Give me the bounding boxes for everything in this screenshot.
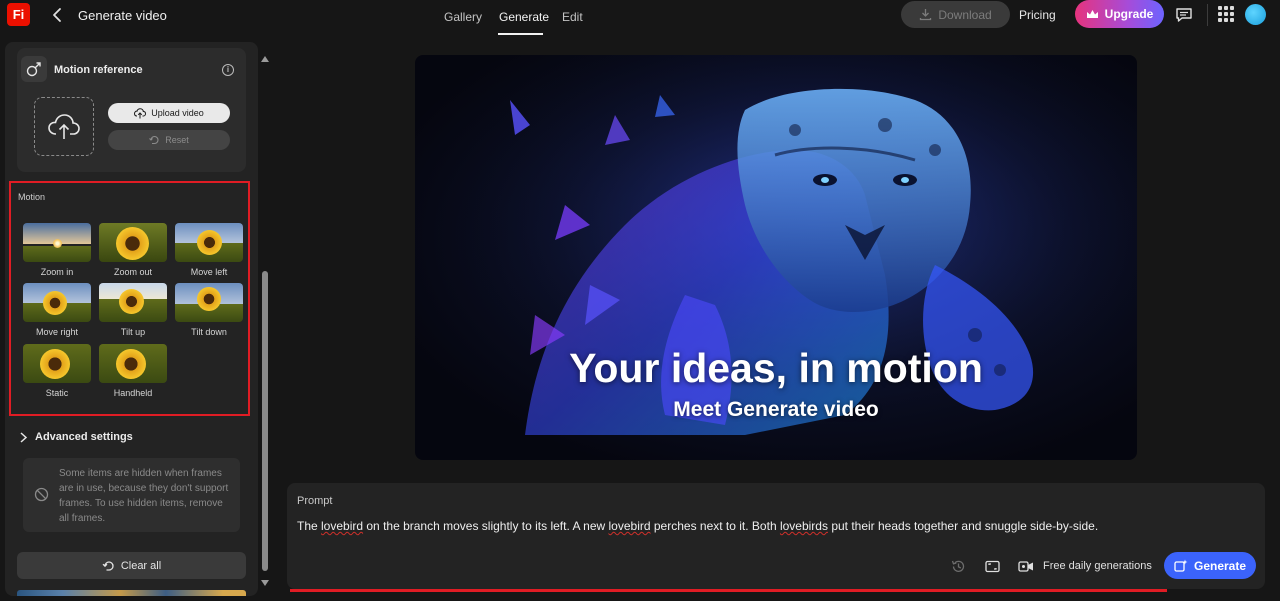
- header-divider: [1207, 4, 1208, 26]
- chevron-right-icon: [20, 431, 28, 443]
- reset-icon: [149, 135, 159, 145]
- tab-gallery[interactable]: Gallery: [444, 10, 482, 24]
- settings-panel: Motion reference i Upload video Reset Mo…: [5, 42, 258, 596]
- motion-option-static[interactable]: [23, 344, 91, 383]
- motion-label-handheld: Handheld: [113, 388, 153, 398]
- motion-section-label: Motion: [18, 192, 46, 202]
- motion-reference-icon: [21, 56, 47, 82]
- hero-title: Your ideas, in motion: [569, 345, 983, 391]
- prompt-input[interactable]: The lovebird on the branch moves slightl…: [297, 519, 1247, 533]
- prompt-text-misspelled: lovebird: [608, 519, 651, 533]
- motion-label-zoom-out: Zoom out: [113, 267, 153, 277]
- advanced-settings-toggle[interactable]: Advanced settings: [19, 429, 133, 445]
- clear-all-label: Clear all: [120, 559, 162, 572]
- pricing-link[interactable]: Pricing: [1019, 8, 1056, 22]
- motion-option-handheld[interactable]: [99, 344, 167, 383]
- prompt-text-misspelled: lovebird: [321, 519, 364, 533]
- prompt-panel: Prompt The lovebird on the branch moves …: [287, 483, 1265, 589]
- prompt-text-misspelled: lovebirds: [779, 519, 828, 533]
- feedback-chat-icon[interactable]: [1175, 6, 1193, 24]
- scrollbar-thumb[interactable]: [262, 271, 268, 571]
- free-daily-generations[interactable]: Free daily generations: [1043, 560, 1152, 572]
- motion-label-zoom-in: Zoom in: [40, 267, 74, 277]
- top-bar: Fi Generate video Gallery Generate Edit …: [0, 0, 1280, 38]
- prompt-text-part: on the branch moves slightly to its left…: [363, 519, 609, 533]
- hidden-items-note: Some items are hidden when frames are in…: [23, 458, 240, 532]
- motion-section: Motion Zoom in Zoom out Move left Move r…: [9, 181, 250, 416]
- scroll-down-arrow[interactable]: [261, 580, 269, 586]
- hero-preview: Your ideas, in motion Meet Generate vide…: [415, 55, 1137, 460]
- motion-option-zoom-out[interactable]: [99, 223, 167, 262]
- clear-all-button[interactable]: Clear all: [17, 552, 246, 579]
- motion-option-zoom-in[interactable]: [23, 223, 91, 262]
- motion-label-move-right: Move right: [35, 327, 79, 337]
- scroll-up-arrow[interactable]: [261, 56, 269, 62]
- history-icon[interactable]: [951, 559, 966, 574]
- motion-option-move-left[interactable]: [175, 223, 243, 262]
- tab-edit[interactable]: Edit: [562, 10, 583, 24]
- apps-grid-icon[interactable]: [1218, 6, 1234, 22]
- prompt-text-part: put their heads together and snuggle sid…: [827, 519, 1099, 533]
- prompt-text-part: The: [297, 519, 322, 533]
- upload-dropzone[interactable]: [34, 97, 94, 156]
- advanced-settings-label: Advanced settings: [35, 431, 133, 443]
- motion-label-move-left: Move left: [190, 267, 228, 277]
- download-label: Download: [938, 7, 992, 22]
- app-logo[interactable]: Fi: [7, 3, 30, 26]
- upgrade-label: Upgrade: [1104, 7, 1154, 21]
- motion-label-tilt-up: Tilt up: [120, 327, 146, 337]
- prompt-label: Prompt: [297, 495, 333, 507]
- upgrade-button[interactable]: Upgrade: [1075, 0, 1164, 28]
- prompt-text-part: perches next to it. Both: [650, 519, 780, 533]
- reset-button[interactable]: Reset: [108, 130, 230, 150]
- motion-label-tilt-down: Tilt down: [191, 327, 227, 337]
- blocked-icon: [34, 487, 49, 502]
- generate-sparkle-icon: [1174, 559, 1188, 572]
- panel-scrollbar[interactable]: [259, 56, 271, 586]
- upload-video-label: Upload video: [151, 108, 204, 118]
- reset-label: Reset: [165, 135, 189, 145]
- back-arrow-icon[interactable]: [50, 6, 66, 24]
- tab-generate[interactable]: Generate: [499, 10, 549, 24]
- download-icon: [920, 9, 932, 21]
- hero-subtitle: Meet Generate video: [673, 398, 879, 421]
- download-button[interactable]: Download: [901, 1, 1010, 28]
- prompt-highlight-underline: [290, 589, 1167, 592]
- page-title: Generate video: [78, 8, 167, 23]
- crown-icon: [1086, 9, 1098, 18]
- info-icon[interactable]: i: [222, 64, 234, 76]
- cloud-upload-icon: [48, 113, 80, 139]
- undo-icon: [102, 560, 114, 571]
- hidden-items-note-text: Some items are hidden when frames are in…: [59, 468, 229, 524]
- motion-label-static: Static: [45, 388, 69, 398]
- video-credits-icon: [1018, 561, 1033, 572]
- motion-option-move-right[interactable]: [23, 283, 91, 322]
- active-tab-indicator: [498, 33, 543, 35]
- generate-label: Generate: [1193, 558, 1247, 573]
- motion-option-tilt-up[interactable]: [99, 283, 167, 322]
- thumbnail-strip-peek: [17, 590, 246, 596]
- motion-option-tilt-down[interactable]: [175, 283, 243, 322]
- upload-icon: [134, 107, 147, 118]
- generate-button[interactable]: Generate: [1164, 552, 1256, 579]
- motion-reference-title: Motion reference: [54, 64, 143, 76]
- upload-video-button[interactable]: Upload video: [108, 103, 230, 123]
- motion-reference-card: Motion reference i Upload video Reset: [17, 48, 246, 172]
- user-avatar[interactable]: [1245, 4, 1266, 25]
- aspect-ratio-icon[interactable]: [985, 559, 1000, 574]
